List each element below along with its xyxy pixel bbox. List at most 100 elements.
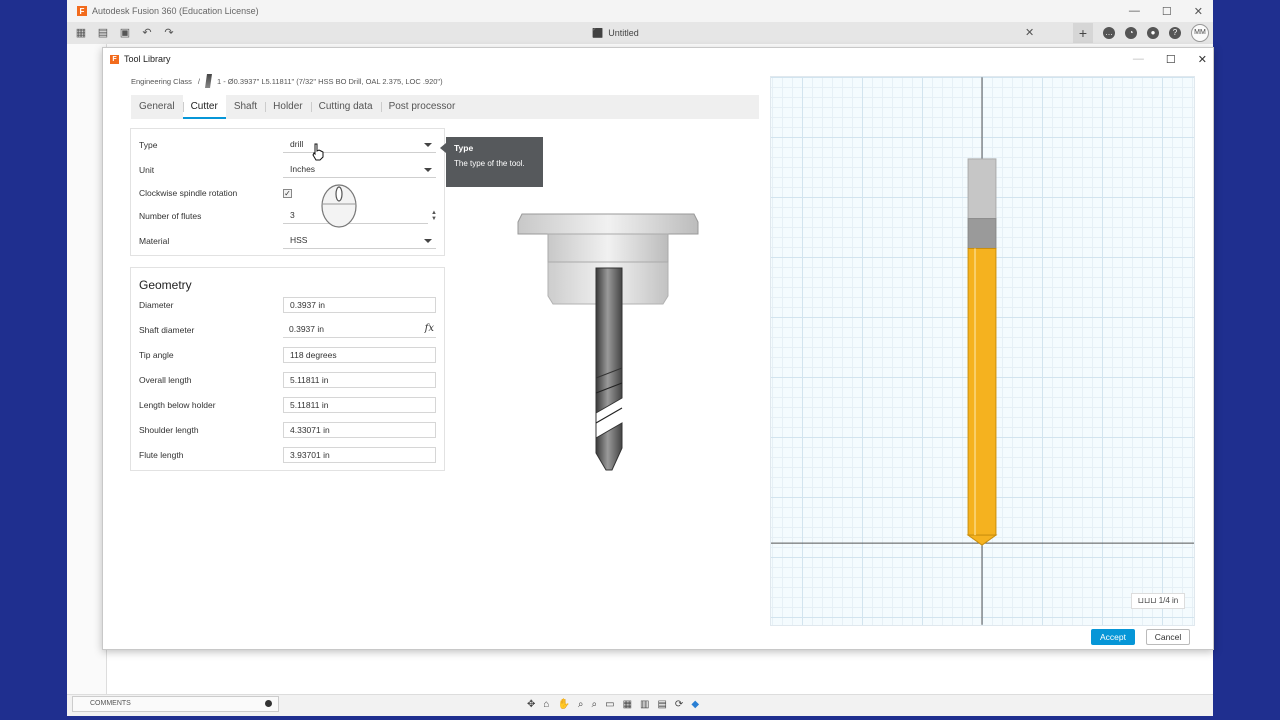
unit-dropdown[interactable]: Inches (283, 162, 436, 178)
breadcrumb-library[interactable]: Engineering Class (131, 77, 192, 86)
drill-flutes (595, 367, 623, 471)
close-icon[interactable]: ✕ (1194, 5, 1203, 18)
tooltip-title: Type (454, 143, 474, 153)
comments-panel[interactable]: COMMENTS (72, 696, 279, 712)
dialog-title: Tool Library (124, 54, 171, 64)
unit-row: Unit Inches (139, 161, 439, 179)
tab-holder[interactable]: Holder (265, 95, 310, 119)
flute-length-input[interactable]: 3.93701 in (283, 447, 436, 463)
diameter-input[interactable]: 0.3937 in (283, 297, 436, 313)
save-icon[interactable]: ▣ (119, 27, 131, 39)
material-row: Material HSS (139, 232, 439, 250)
grid-tool-tip (966, 534, 998, 546)
tool-grid-view (770, 76, 1195, 626)
shoulder-length-label: Shoulder length (139, 425, 199, 435)
shaft-diameter-value: 0.3937 in (289, 324, 324, 334)
cube-icon: ⬛ (592, 27, 604, 38)
geometry-row: Length below holder 5.11811 in (139, 396, 439, 414)
tab-post-processor[interactable]: Post processor (380, 95, 464, 119)
viewports-icon[interactable]: ▥ (640, 699, 649, 710)
drill-icon (204, 74, 212, 88)
help-icon[interactable]: ? (1169, 27, 1181, 39)
comments-label: COMMENTS (90, 700, 131, 707)
fusion-logo-icon: F (110, 54, 119, 64)
fx-icon[interactable]: fx (425, 322, 434, 336)
type-label: Type (139, 140, 158, 150)
scale-ruler-icon: ⊔⊔⊔ (1137, 596, 1159, 605)
chat-icon[interactable]: … (1103, 27, 1115, 39)
tip-angle-input[interactable]: 118 degrees (283, 347, 436, 363)
shaft-diameter-input[interactable]: 0.3937 in fx (283, 322, 436, 338)
redo-icon[interactable]: ↷ (163, 27, 175, 39)
tooltip-body: The type of the tool. (454, 159, 525, 168)
tab-cutter[interactable]: Cutter (182, 95, 226, 119)
maximize-icon[interactable]: ☐ (1162, 5, 1172, 18)
geometry-title: Geometry (139, 278, 192, 292)
geometry-panel: Geometry Diameter 0.3937 in Shaft diamet… (130, 267, 445, 471)
shoulder-length-input[interactable]: 4.33071 in (283, 422, 436, 438)
look-at-icon[interactable]: ⌂ (543, 699, 549, 710)
hand-cursor-icon (312, 143, 324, 161)
document-tab-close-icon[interactable]: ✕ (1025, 22, 1034, 44)
type-row: Type drill (139, 136, 439, 154)
navigation-bar: ✥ ⌂ ✋ ⌕ ⌕ ▭ ▦ ▥ ▤ ⟳ ◆ (527, 696, 699, 712)
flutes-stepper[interactable]: ▲ ▼ (430, 210, 438, 222)
undo-icon[interactable]: ↶ (141, 27, 153, 39)
app-toolbar: ▦ ▤ ▣ ↶ ↷ (67, 22, 1213, 44)
zoom-icon[interactable]: ⌕ (578, 699, 584, 710)
holder-flange (517, 213, 699, 235)
tab-general[interactable]: General (131, 95, 183, 119)
avatar[interactable]: MM (1191, 24, 1209, 42)
new-tab-button[interactable]: + (1073, 23, 1093, 43)
app-right-toolbar: + … ◔ ● ? MM (1073, 22, 1209, 44)
tab-shaft[interactable]: Shaft (226, 95, 265, 119)
material-dropdown[interactable]: HSS (283, 233, 436, 249)
grid-settings-icon[interactable]: ▦ (623, 699, 632, 710)
app-title: Autodesk Fusion 360 (Education License) (92, 6, 259, 16)
tip-angle-label: Tip angle (139, 350, 174, 360)
dialog-maximize-icon[interactable]: ☐ (1166, 53, 1176, 66)
drill-shank (595, 267, 623, 379)
material-label: Material (139, 236, 170, 246)
flute-length-label: Flute length (139, 450, 184, 460)
dialog-minimize-icon[interactable]: — (1133, 53, 1144, 65)
environment-icon[interactable]: ▤ (657, 699, 666, 710)
grid-tool-body (967, 247, 997, 536)
length-below-holder-input[interactable]: 5.11811 in (283, 397, 436, 413)
minimize-icon[interactable]: — (1129, 5, 1140, 17)
geometry-row: Diameter 0.3937 in (139, 296, 439, 314)
cancel-button[interactable]: Cancel (1146, 629, 1190, 645)
scale-indicator: ⊔⊔⊔ 1/4 in (1131, 593, 1185, 609)
cutter-panel: Type drill Unit Inches Clockwise spindle… (130, 128, 445, 256)
dialog-close-icon[interactable]: ✕ (1198, 53, 1207, 66)
tool-tabs: General Cutter Shaft Holder Cutting data… (131, 95, 759, 119)
length-below-holder-label: Length below holder (139, 400, 216, 410)
notifications-icon[interactable]: ● (1147, 27, 1159, 39)
unit-label: Unit (139, 165, 155, 175)
overall-length-input[interactable]: 5.11811 in (283, 372, 436, 388)
tab-cutting-data[interactable]: Cutting data (310, 95, 381, 119)
geometry-row: Shaft diameter 0.3937 in fx (139, 321, 439, 339)
view-cube-icon[interactable]: ◆ (691, 699, 699, 710)
pan-icon[interactable]: ✋ (557, 699, 569, 710)
flutes-row: Number of flutes 3 ▲ ▼ (139, 207, 439, 225)
breadcrumb-tool: 1 - Ø0.3937" L5.11811" (7/32" HSS BO Dri… (216, 76, 443, 86)
document-tab-label: Untitled (608, 28, 639, 38)
comments-add-icon[interactable] (265, 700, 272, 707)
type-dropdown[interactable]: drill (283, 137, 436, 153)
document-tab[interactable]: ⬛ Untitled (592, 22, 639, 44)
file-icon[interactable]: ▤ (97, 27, 109, 39)
zoom-window-icon[interactable]: ⌕ (592, 699, 598, 710)
flutes-label: Number of flutes (139, 211, 202, 221)
app-titlebar: F Autodesk Fusion 360 (Education License… (67, 0, 1213, 22)
browser-panel (67, 44, 107, 694)
geometry-row: Shoulder length 4.33071 in (139, 421, 439, 439)
accept-button[interactable]: Accept (1091, 629, 1135, 645)
refresh-icon[interactable]: ⟳ (675, 699, 683, 710)
grid-menu-icon[interactable]: ▦ (75, 27, 87, 39)
orbit-icon[interactable]: ✥ (527, 699, 535, 710)
display-settings-icon[interactable]: ▭ (605, 699, 614, 710)
job-status-icon[interactable]: ◔ (1125, 27, 1137, 39)
holder-body (547, 233, 669, 263)
clockwise-checkbox[interactable]: ✓ (283, 188, 292, 198)
